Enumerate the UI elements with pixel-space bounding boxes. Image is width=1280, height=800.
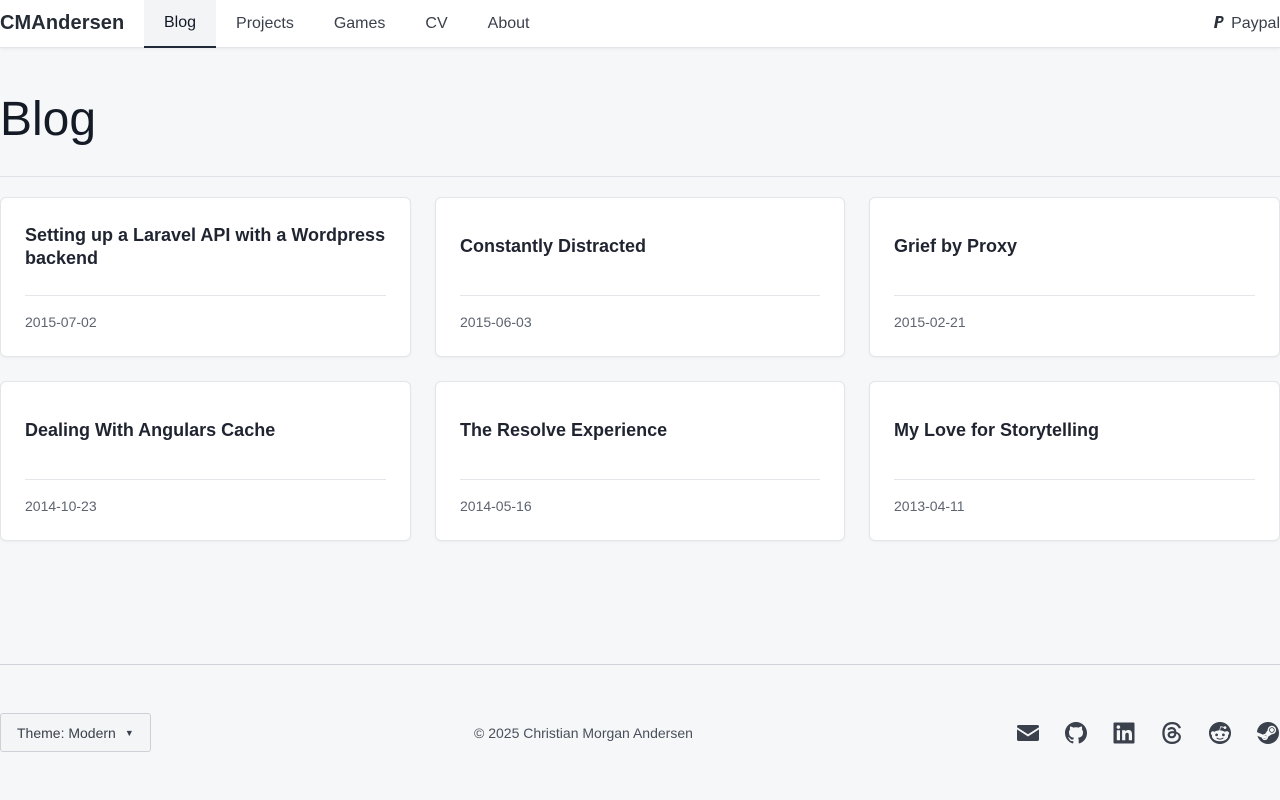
blog-post-card[interactable]: My Love for Storytelling 2013-04-11 <box>869 381 1280 541</box>
paypal-label: Paypal <box>1231 15 1280 32</box>
page-title: Blog <box>0 93 97 146</box>
reddit-icon[interactable] <box>1208 719 1232 747</box>
post-title: My Love for Storytelling <box>894 420 1100 440</box>
threads-icon[interactable] <box>1160 719 1184 747</box>
github-icon[interactable] <box>1064 719 1088 747</box>
main-nav: Blog Projects Games CV About <box>144 0 549 48</box>
post-date: 2013-04-11 <box>894 498 965 514</box>
post-date: 2015-07-02 <box>25 314 97 330</box>
steam-icon[interactable] <box>1256 719 1280 747</box>
footer-divider <box>0 664 1280 665</box>
post-date: 2015-06-03 <box>460 314 532 330</box>
post-date: 2014-05-16 <box>460 498 532 514</box>
chevron-down-icon: ▼ <box>124 727 134 738</box>
blog-post-card[interactable]: Setting up a Laravel API with a Wordpres… <box>0 197 411 357</box>
post-title: Grief by Proxy <box>894 236 1018 256</box>
theme-select[interactable]: Theme: Modern ▼ <box>0 713 151 752</box>
post-date: 2015-02-21 <box>894 314 966 330</box>
nav-item-cv[interactable]: CV <box>405 0 467 48</box>
blog-post-card[interactable]: Dealing With Angulars Cache 2014-10-23 <box>0 381 411 541</box>
blog-post-card[interactable]: Constantly Distracted 2015-06-03 <box>435 197 845 357</box>
copyright-text: © 2025 Christian Morgan Andersen <box>474 725 693 741</box>
nav-item-about[interactable]: About <box>468 0 550 48</box>
paypal-icon <box>1212 15 1225 34</box>
post-title: Dealing With Angulars Cache <box>25 420 276 440</box>
nav-item-blog[interactable]: Blog <box>144 0 217 48</box>
blog-post-card[interactable]: The Resolve Experience 2014-05-16 <box>435 381 845 541</box>
linkedin-icon[interactable] <box>1112 719 1136 747</box>
email-icon[interactable] <box>1016 719 1040 747</box>
post-date: 2014-10-23 <box>25 498 97 514</box>
paypal-link[interactable]: Paypal <box>1212 0 1280 48</box>
blog-post-card[interactable]: Grief by Proxy 2015-02-21 <box>869 197 1280 357</box>
nav-item-games[interactable]: Games <box>314 0 406 48</box>
post-title: The Resolve Experience <box>460 420 668 440</box>
nav-item-projects[interactable]: Projects <box>216 0 314 48</box>
social-links <box>1016 719 1280 747</box>
theme-select-label: Theme: Modern <box>17 724 116 741</box>
brand-logo-link[interactable]: CMAndersen <box>0 12 124 35</box>
top-navbar: CMAndersen Blog Projects Games CV About … <box>0 0 1280 48</box>
post-title: Constantly Distracted <box>460 236 647 256</box>
title-divider <box>0 176 1280 177</box>
post-title: Setting up a Laravel API with a Wordpres… <box>25 224 386 268</box>
